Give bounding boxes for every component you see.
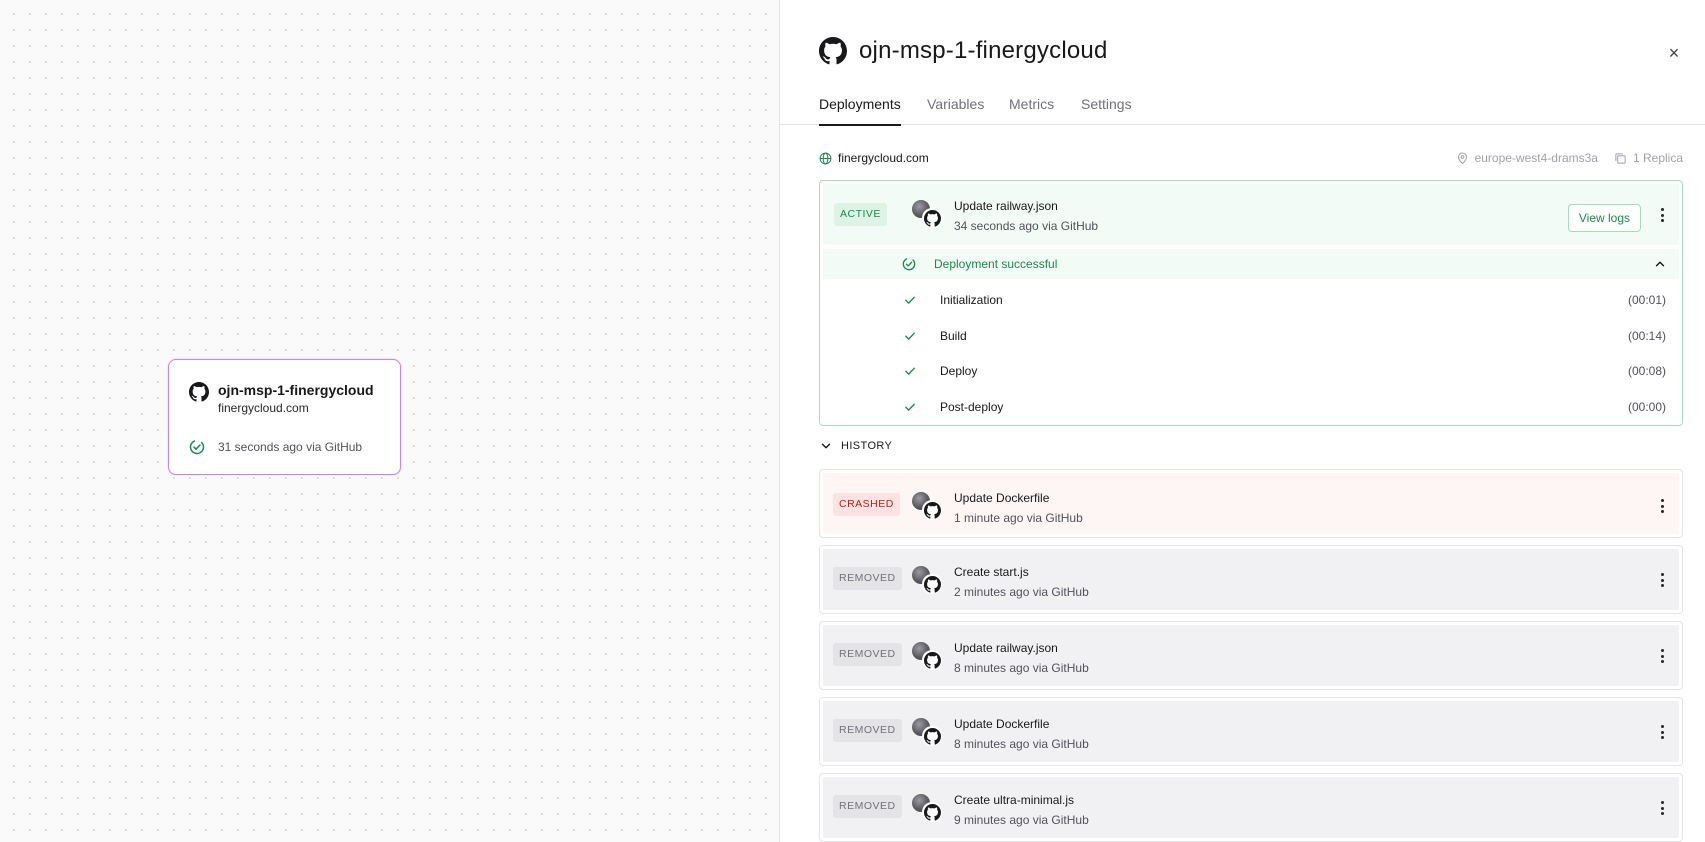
active-deployment-header[interactable]: ACTIVE Update railway.json 34 seconds ag… [823, 184, 1679, 245]
step-label: Initialization [940, 293, 1003, 307]
github-icon [819, 37, 847, 65]
project-canvas[interactable]: ojn-msp-1-finergycloud finergycloud.com … [0, 0, 779, 842]
github-icon [923, 727, 941, 745]
deploy-time: 2 minutes ago via GitHub [954, 585, 1089, 599]
deploy-time: 8 minutes ago via GitHub [954, 737, 1089, 751]
commit-message: Create ultra-minimal.js [954, 793, 1075, 807]
globe-icon [819, 152, 832, 164]
step-duration: (00:00) [1627, 400, 1666, 414]
step-duration: (00:01) [1627, 293, 1666, 307]
deployment-status: Deployment successful [934, 257, 1058, 271]
service-name: ojn-msp-1-finergycloud [218, 382, 374, 398]
commit-message: Update railway.json [954, 199, 1058, 213]
view-logs-button[interactable]: View logs [1567, 204, 1641, 232]
avatar [912, 566, 944, 596]
replicas-label: 1 Replica [1632, 151, 1683, 165]
kebab-menu-icon[interactable] [1653, 569, 1671, 591]
tab-variables[interactable]: Variables [927, 96, 984, 112]
service-domain: finergycloud.com [218, 401, 309, 415]
github-icon [923, 651, 941, 669]
service-card[interactable]: ojn-msp-1-finergycloud finergycloud.com … [168, 359, 401, 475]
step-label: Deploy [940, 364, 978, 378]
build-step: Deploy (00:08) [823, 359, 1679, 383]
step-label: Post-deploy [940, 400, 1004, 414]
status-badge: REMOVED [833, 795, 902, 818]
kebab-menu-icon[interactable] [1653, 204, 1671, 226]
avatar [912, 794, 944, 824]
deployment-row-body: REMOVED Update railway.json 8 minutes ago … [823, 625, 1679, 686]
history-label: HISTORY [841, 440, 893, 452]
deploy-time: 8 minutes ago via GitHub [954, 661, 1089, 675]
kebab-menu-icon[interactable] [1653, 797, 1671, 819]
commit-message: Update Dockerfile [954, 491, 1050, 505]
chevron-down-icon [821, 443, 831, 449]
deployment-meta: europe-west4-drams3a 1 Replica [1456, 151, 1683, 165]
kebab-menu-icon[interactable] [1653, 645, 1671, 667]
chevron-up-icon [1655, 261, 1665, 267]
avatar [912, 642, 944, 672]
github-icon [923, 209, 941, 227]
service-meta: finergycloud.com europe-west4-drams3a 1 … [819, 151, 1683, 167]
step-label: Build [940, 329, 967, 343]
build-step: Post-deploy (00:00) [823, 395, 1679, 419]
deployment-row[interactable]: REMOVED Create start.js 2 minutes ago via … [819, 545, 1683, 614]
github-icon [923, 803, 941, 821]
deploy-time: 34 seconds ago via GitHub [954, 219, 1099, 233]
status-badge: CRASHED [833, 493, 900, 516]
avatar [912, 492, 944, 522]
deploy-time: 9 minutes ago via GitHub [954, 813, 1089, 827]
step-duration: (00:14) [1627, 329, 1666, 343]
commit-message: Update railway.json [954, 641, 1058, 655]
kebab-menu-icon[interactable] [1653, 495, 1671, 517]
deployment-row[interactable]: REMOVED Create ultra-minimal.js 9 minutes … [819, 773, 1683, 842]
region-label: europe-west4-drams3a [1474, 151, 1598, 165]
panel-tabs: Deployments Variables Metrics Settings [780, 86, 1705, 126]
active-deployment-card: ACTIVE Update railway.json 34 seconds ag… [819, 180, 1683, 426]
github-icon [923, 575, 941, 593]
build-step: Build (00:14) [823, 324, 1679, 348]
avatar [912, 718, 944, 748]
github-icon [189, 382, 209, 402]
service-status: 31 seconds ago via GitHub [218, 440, 363, 454]
deployment-status-toggle[interactable]: Deployment successful [823, 249, 1679, 279]
tab-metrics[interactable]: Metrics [1009, 96, 1054, 112]
tab-deployments[interactable]: Deployments [819, 96, 901, 126]
check-icon [905, 367, 915, 375]
service-panel: ojn-msp-1-finergycloud × Deployments Var… [779, 0, 1705, 842]
status-badge: REMOVED [833, 643, 902, 666]
deployment-row-body: REMOVED Create start.js 2 minutes ago via … [823, 549, 1679, 610]
panel-title: ojn-msp-1-finergycloud [859, 37, 1108, 64]
commit-message: Update Dockerfile [954, 717, 1050, 731]
close-icon[interactable]: × [1663, 42, 1685, 64]
check-icon [905, 296, 915, 304]
check-icon [905, 332, 915, 340]
check-icon [905, 403, 915, 411]
domain-label: finergycloud.com [838, 151, 929, 165]
service-domain-link[interactable]: finergycloud.com [819, 151, 929, 165]
step-duration: (00:08) [1627, 364, 1666, 378]
github-icon [923, 501, 941, 519]
copy-icon [1615, 152, 1626, 164]
panel-header: ojn-msp-1-finergycloud [819, 37, 1108, 65]
deployment-row[interactable]: CRASHED Update Dockerfile 1 minute ago via… [819, 469, 1683, 538]
deployment-row-body: CRASHED Update Dockerfile 1 minute ago via… [823, 473, 1679, 534]
deployment-row[interactable]: REMOVED Update Dockerfile 8 minutes ago vi… [819, 697, 1683, 766]
avatar [912, 200, 944, 230]
commit-message: Create start.js [954, 565, 1029, 579]
status-badge: REMOVED [833, 567, 902, 590]
status-badge: ACTIVE [834, 203, 887, 226]
deployment-row-body: REMOVED Create ultra-minimal.js 9 minutes … [823, 777, 1679, 838]
build-step: Initialization (00:01) [823, 288, 1679, 312]
deployment-row-body: REMOVED Update Dockerfile 8 minutes ago vi… [823, 701, 1679, 762]
history-toggle[interactable]: HISTORY [819, 439, 892, 453]
tab-settings[interactable]: Settings [1081, 96, 1132, 112]
check-circle-icon [189, 439, 205, 455]
deployment-row[interactable]: REMOVED Update railway.json 8 minutes ago … [819, 621, 1683, 690]
location-pin-icon [1457, 152, 1467, 164]
kebab-menu-icon[interactable] [1653, 721, 1671, 743]
status-badge: REMOVED [833, 719, 902, 742]
deploy-time: 1 minute ago via GitHub [954, 511, 1083, 525]
check-circle-icon [902, 257, 916, 271]
